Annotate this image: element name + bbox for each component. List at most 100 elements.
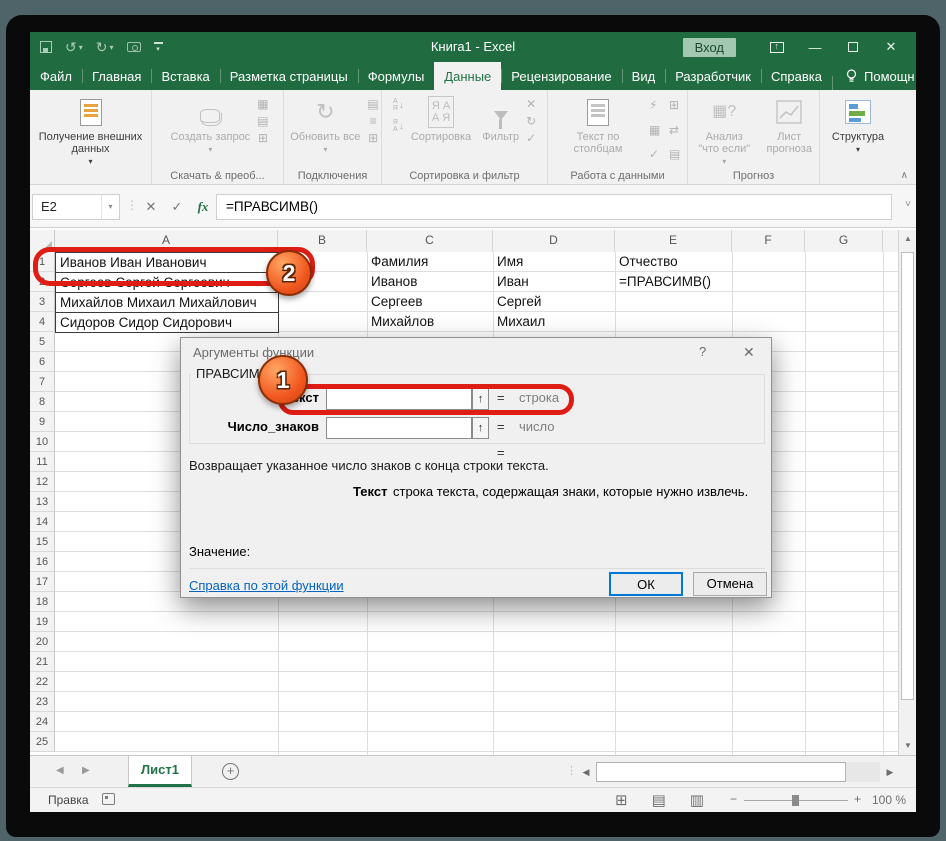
from-table-icon[interactable]: ▤: [257, 115, 268, 128]
row-header[interactable]: 22: [30, 672, 55, 692]
dialog-help-icon[interactable]: ?: [699, 344, 706, 359]
row-header[interactable]: 17: [30, 572, 55, 592]
formula-input[interactable]: =ПРАВСИМВ(): [216, 194, 892, 220]
relationships-icon[interactable]: ✓: [649, 147, 665, 168]
tab-view[interactable]: Вид: [622, 62, 666, 90]
structure-button[interactable]: Структура▾: [828, 93, 888, 168]
row-header[interactable]: 4: [30, 312, 55, 332]
forecast-sheet-button[interactable]: Лист прогноза: [761, 93, 817, 168]
confirm-entry-icon[interactable]: ✓: [164, 194, 190, 220]
row-header[interactable]: 14: [30, 512, 55, 532]
row-header[interactable]: 7: [30, 372, 55, 392]
text-to-columns-button[interactable]: Текст по столбцам: [550, 93, 646, 168]
column-header[interactable]: D: [493, 230, 615, 252]
tab-help[interactable]: Справка: [761, 62, 832, 90]
zoom-out-icon[interactable]: −: [730, 792, 737, 806]
maximize-button[interactable]: [834, 32, 872, 62]
row-header[interactable]: 19: [30, 612, 55, 632]
row-header[interactable]: 16: [30, 552, 55, 572]
tab-formulas[interactable]: Формулы: [358, 62, 435, 90]
what-if-button[interactable]: ▦? Анализ "что если"▾: [690, 93, 758, 168]
close-button[interactable]: ✕: [872, 32, 910, 62]
row-header[interactable]: 24: [30, 712, 55, 732]
connections-icon[interactable]: ▤: [367, 98, 378, 111]
ribbon-display-options-button[interactable]: [758, 32, 796, 62]
manage-data-model-icon[interactable]: ▤: [669, 147, 685, 168]
edit-links-icon[interactable]: ⊞: [367, 132, 378, 145]
cell-c4[interactable]: Михайлов: [367, 312, 491, 332]
expand-formula-bar-icon[interactable]: ˅: [905, 199, 911, 210]
advanced-filter-icon[interactable]: ✓: [526, 132, 536, 145]
row-header[interactable]: 3: [30, 292, 55, 312]
next-sheet-icon[interactable]: ▶: [82, 765, 90, 776]
cell-c2[interactable]: Иванов: [367, 272, 491, 292]
hscroll-left-icon[interactable]: ◀: [576, 762, 596, 782]
cell-d4[interactable]: Михаил: [493, 312, 613, 332]
sort-button[interactable]: Я АА Я Сортировка: [407, 93, 475, 168]
row-header[interactable]: 10: [30, 432, 55, 452]
tab-data[interactable]: Данные: [434, 62, 501, 90]
get-external-data-button[interactable]: Получение внешних данных▾: [32, 93, 149, 168]
column-header[interactable]: F: [732, 230, 805, 252]
vertical-scrollbar[interactable]: ▲ ▼: [898, 230, 916, 755]
consolidate-icon[interactable]: ⇄: [669, 123, 685, 144]
column-header[interactable]: G: [805, 230, 883, 252]
clear-filter-icon[interactable]: ✕: [526, 98, 536, 111]
cancel-entry-icon[interactable]: ✕: [138, 194, 164, 220]
row-header[interactable]: 11: [30, 452, 55, 472]
row-header[interactable]: 25: [30, 732, 55, 752]
row-header[interactable]: 15: [30, 532, 55, 552]
tell-me-assistant[interactable]: Помощн: [832, 69, 916, 84]
scroll-down-icon[interactable]: ▼: [899, 737, 916, 755]
sort-descending-icon[interactable]: ЯА↓: [393, 119, 404, 133]
tab-page-layout[interactable]: Разметка страницы: [220, 62, 358, 90]
cancel-button[interactable]: Отмена: [693, 572, 767, 596]
zoom-level[interactable]: 100 %: [872, 793, 906, 807]
cell-c3[interactable]: Сергеев: [367, 292, 491, 312]
row-header[interactable]: 8: [30, 392, 55, 412]
cell-c1[interactable]: Фамилия: [367, 252, 491, 272]
tab-review[interactable]: Рецензирование: [501, 62, 621, 90]
vertical-scroll-thumb[interactable]: [901, 252, 914, 700]
row-header[interactable]: 13: [30, 492, 55, 512]
row-header[interactable]: 23: [30, 692, 55, 712]
column-header[interactable]: C: [367, 230, 493, 252]
ok-button[interactable]: ОК: [609, 572, 683, 596]
cell-a4[interactable]: Сидоров Сидор Сидорович: [55, 312, 279, 333]
tab-file[interactable]: Файл: [30, 62, 82, 90]
function-help-link[interactable]: Справка по этой функции: [189, 578, 344, 593]
collapse-ribbon-icon[interactable]: ∧: [901, 170, 908, 181]
row-header[interactable]: 18: [30, 592, 55, 612]
minimize-button[interactable]: —: [796, 32, 834, 62]
signin-button[interactable]: Вход: [683, 38, 736, 57]
recent-sources-icon[interactable]: ⊞: [257, 132, 268, 145]
cell-d1[interactable]: Имя: [493, 252, 613, 272]
row-header[interactable]: 6: [30, 352, 55, 372]
refresh-all-button[interactable]: ↻ Обновить все▾: [286, 93, 364, 168]
zoom-slider-thumb[interactable]: [792, 795, 799, 806]
tab-developer[interactable]: Разработчик: [665, 62, 761, 90]
name-box[interactable]: E2 ▾: [32, 194, 120, 220]
sort-ascending-icon[interactable]: АЯ↓: [393, 98, 404, 112]
cell-d2[interactable]: Иван: [493, 272, 613, 292]
remove-duplicates-icon[interactable]: ▦: [649, 123, 665, 144]
horizontal-scroll-thumb[interactable]: [596, 762, 846, 782]
data-validation-icon[interactable]: ⊞: [669, 98, 685, 119]
page-layout-view-icon[interactable]: ▤: [652, 791, 666, 809]
flash-fill-icon[interactable]: ⚡: [649, 98, 665, 119]
add-sheet-icon[interactable]: +: [222, 763, 239, 780]
new-query-button[interactable]: Создать запрос▾: [166, 93, 254, 168]
sheet-tab-active[interactable]: Лист1: [128, 756, 192, 787]
cell-e1[interactable]: Отчество: [615, 252, 730, 272]
tab-insert[interactable]: Вставка: [151, 62, 219, 90]
row-header[interactable]: 5: [30, 332, 55, 352]
cell-a3[interactable]: Михайлов Михаил Михайлович: [55, 292, 279, 313]
show-queries-icon[interactable]: ▦: [257, 98, 268, 111]
row-header[interactable]: 12: [30, 472, 55, 492]
macro-record-icon[interactable]: [102, 793, 115, 805]
row-header[interactable]: 9: [30, 412, 55, 432]
numchars-field-input[interactable]: [326, 417, 472, 439]
tab-home[interactable]: Главная: [82, 62, 151, 90]
collapse-dialog-icon[interactable]: ↑: [472, 417, 489, 439]
cell-e2[interactable]: =ПРАВСИМВ(): [615, 272, 730, 292]
